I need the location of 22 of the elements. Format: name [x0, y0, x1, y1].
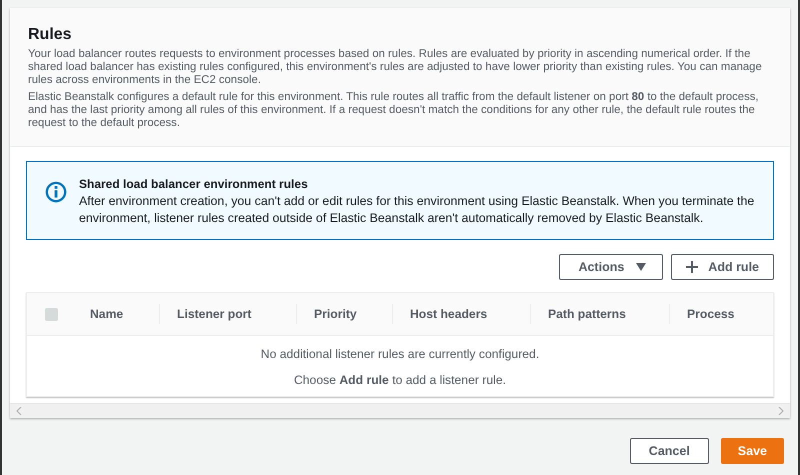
info-icon [45, 181, 67, 203]
caret-icon [636, 263, 646, 271]
empty-message: No additional listener rules are currently configured. [260, 346, 540, 362]
column-header[interactable]: Process [670, 304, 773, 324]
scroll-left-icon [16, 407, 22, 415]
description-text: Elastic Beanstalk configures a default rule for this environment. This rule routes all traffic from the default listener on port 80 to the default process, and has the last priority among all rules of this environment. If a request doesn't match the conditions for any other rule, the default rule routes the request to the default process. [28, 91, 760, 130]
column-header[interactable]: Host headers [393, 304, 531, 324]
column-header[interactable]: Listener port [160, 304, 297, 324]
column-header[interactable]: Priority [297, 304, 393, 324]
cancel-button[interactable]: Cancel [630, 438, 709, 464]
panel-title: Rules [28, 26, 73, 44]
description-text: Your load balancer routes requests to environment processes based on rules. Rules are evaluated by priority in ascending numerical order. If the shared load balancer has existing rules configured, this environment's rules are adjusted to have lower priority than existing rules. You can manage rules across environments in the EC2 console. [28, 48, 763, 87]
alert-text: After environment creation, you can't add or edit rules for this environment using Elastic Beanstalk. When you terminate the environment, listener rules created outside of Elastic Beanstalk aren't automatically removed by Elastic Beanstalk. [79, 193, 755, 227]
add-rule-button[interactable]: Add rule [671, 254, 774, 280]
column-header[interactable]: Path patterns [531, 304, 670, 324]
plus-icon [686, 261, 698, 273]
alert-title: Shared load balancer environment rules [79, 176, 309, 193]
column-header[interactable]: Name [73, 304, 160, 324]
actions-button[interactable]: Actions [559, 254, 664, 280]
scroll-right-icon [778, 407, 784, 415]
empty-hint: Choose Add rule to add a listener rule. [294, 372, 506, 388]
horizontal-scrollbar[interactable] [10, 403, 790, 418]
